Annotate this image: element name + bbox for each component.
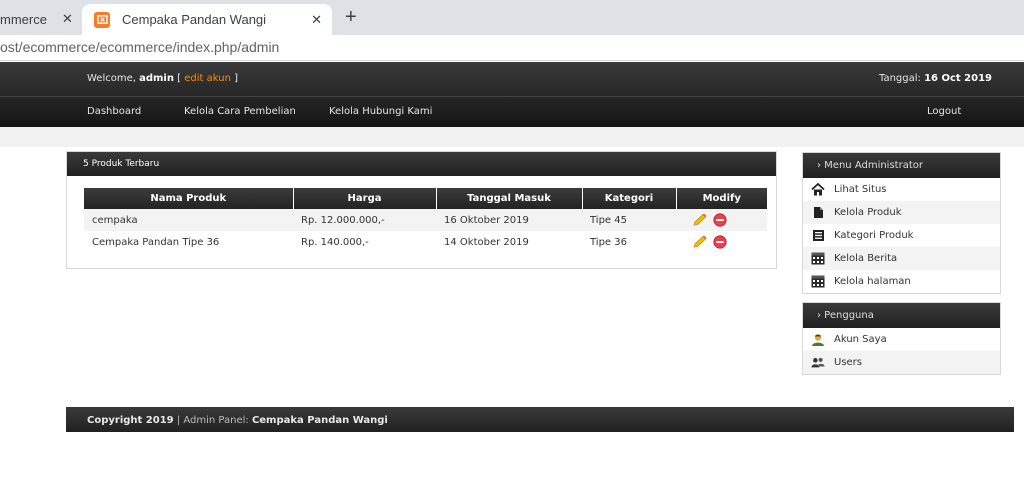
column-header: Tanggal Masuk (436, 188, 583, 209)
table-row: cempaka Rp. 12.000.000,- 16 Oktober 2019… (84, 209, 767, 231)
nav-kelola-hubungi-kami[interactable]: Kelola Hubungi Kami (329, 106, 432, 117)
edit-account-link[interactable]: edit akun (184, 73, 231, 84)
latest-products-panel: 5 Produk Terbaru Nama Produk Harga Tangg… (66, 151, 777, 269)
footer-separator: | Admin Panel: (173, 415, 252, 426)
user-icon (811, 333, 825, 347)
modify-cell (676, 231, 767, 253)
footer-copyright: Copyright 2019 (87, 415, 174, 426)
column-header: Kategori (582, 188, 677, 209)
sidebar-item-label: Akun Saya (834, 334, 887, 345)
column-header: Modify (676, 188, 767, 209)
favicon-icon (94, 11, 110, 28)
delete-icon[interactable] (713, 213, 727, 227)
modify-cell (676, 209, 767, 231)
product-price: Rp. 12.000.000,- (293, 209, 436, 231)
header-gutter (0, 127, 1024, 147)
product-category: Tipe 36 (590, 236, 627, 248)
bracket-open: [ (173, 73, 185, 84)
admin-footer: Copyright 2019 | Admin Panel: Cempaka Pa… (66, 407, 1014, 432)
admin-menu-title: › Menu Administrator (803, 153, 1000, 178)
product-name: Cempaka Pandan Tipe 36 (92, 236, 220, 248)
date-display: Tanggal: 16 Oct 2019 (879, 73, 992, 84)
nav-kelola-cara-pembelian[interactable]: Kelola Cara Pembelian (184, 106, 296, 117)
admin-top-bar: Welcome, admin [ edit akun ] Tanggal: 16… (0, 62, 1024, 96)
sidebar-item-kelola-berita[interactable]: Kelola Berita (803, 247, 1000, 270)
document-icon (811, 206, 825, 220)
tab-title: mmerce (0, 12, 47, 27)
column-header: Nama Produk (84, 188, 294, 209)
browser-tab-inactive[interactable]: mmerce ✕ (0, 4, 78, 35)
user-menu-panel: › Pengguna Akun Saya Users (802, 302, 1001, 375)
product-price: Rp. 140.000,- (301, 236, 369, 248)
username: admin (139, 73, 174, 84)
close-tab-icon[interactable]: ✕ (311, 12, 322, 28)
sidebar-item-akun-saya[interactable]: Akun Saya (803, 328, 1000, 351)
sidebar-item-label: Kelola Berita (834, 253, 898, 264)
sidebar-item-users[interactable]: Users (803, 351, 1000, 374)
sidebar-item-kelola-produk[interactable]: Kelola Produk (803, 201, 1000, 224)
sidebar-item-label: Kelola halaman (834, 276, 911, 287)
date-value: 16 Oct 2019 (924, 73, 992, 84)
nav-dashboard[interactable]: Dashboard (87, 106, 141, 117)
panel-title: 5 Produk Terbaru (67, 152, 776, 176)
welcome-message: Welcome, admin [ edit akun ] (87, 73, 238, 84)
new-tab-icon[interactable]: + (345, 6, 357, 29)
product-date: 16 Oktober 2019 (436, 209, 582, 231)
sidebar-item-label: Kelola Produk (834, 207, 902, 218)
edit-pencil-icon[interactable] (692, 213, 708, 227)
browser-tab-bar: mmerce ✕ Cempaka Pandan Wangi ✕ + (0, 0, 1024, 35)
home-icon (811, 183, 825, 197)
product-category: Tipe 45 (582, 209, 676, 231)
browser-tab-active[interactable]: Cempaka Pandan Wangi ✕ (82, 4, 332, 35)
bracket-close: ] (230, 73, 239, 84)
calendar-icon (811, 252, 825, 266)
calendar-icon (811, 275, 825, 289)
delete-icon[interactable] (713, 235, 727, 249)
products-table: Nama Produk Harga Tanggal Masuk Kategori… (84, 188, 767, 253)
welcome-prefix: Welcome, (87, 73, 140, 84)
admin-menu-panel: › Menu Administrator Lihat Situs Kelola … (802, 152, 1001, 294)
list-icon (811, 229, 825, 243)
column-header: Harga (293, 188, 437, 209)
product-name: cempaka (84, 209, 293, 231)
table-row: Cempaka Pandan Tipe 36 Rp. 140.000,- 14 … (84, 231, 767, 253)
product-date: 14 Oktober 2019 (444, 236, 529, 248)
table-header-row: Nama Produk Harga Tanggal Masuk Kategori… (84, 188, 767, 209)
sidebar-item-label: Users (834, 357, 863, 368)
logout-link[interactable]: Logout (927, 106, 961, 117)
sidebar-item-lihat-situs[interactable]: Lihat Situs (803, 178, 1000, 201)
sidebar-item-kelola-halaman[interactable]: Kelola halaman (803, 270, 1000, 293)
close-tab-icon[interactable]: ✕ (62, 11, 73, 27)
main-nav: Dashboard Kelola Cara Pembelian Kelola H… (0, 96, 1024, 127)
tab-title: Cempaka Pandan Wangi (122, 12, 267, 27)
user-menu-title: › Pengguna (803, 303, 1000, 328)
sidebar-item-kategori-produk[interactable]: Kategori Produk (803, 224, 1000, 247)
edit-pencil-icon[interactable] (692, 235, 708, 249)
users-icon (811, 356, 825, 370)
footer-site-name: Cempaka Pandan Wangi (251, 415, 388, 426)
url-text[interactable]: ost/ecommerce/ecommerce/index.php/admin (0, 39, 279, 55)
sidebar-item-label: Lihat Situs (834, 184, 887, 195)
sidebar-item-label: Kategori Produk (834, 230, 914, 241)
date-label: Tanggal: (879, 73, 925, 84)
address-bar[interactable]: ost/ecommerce/ecommerce/index.php/admin (0, 35, 1024, 61)
